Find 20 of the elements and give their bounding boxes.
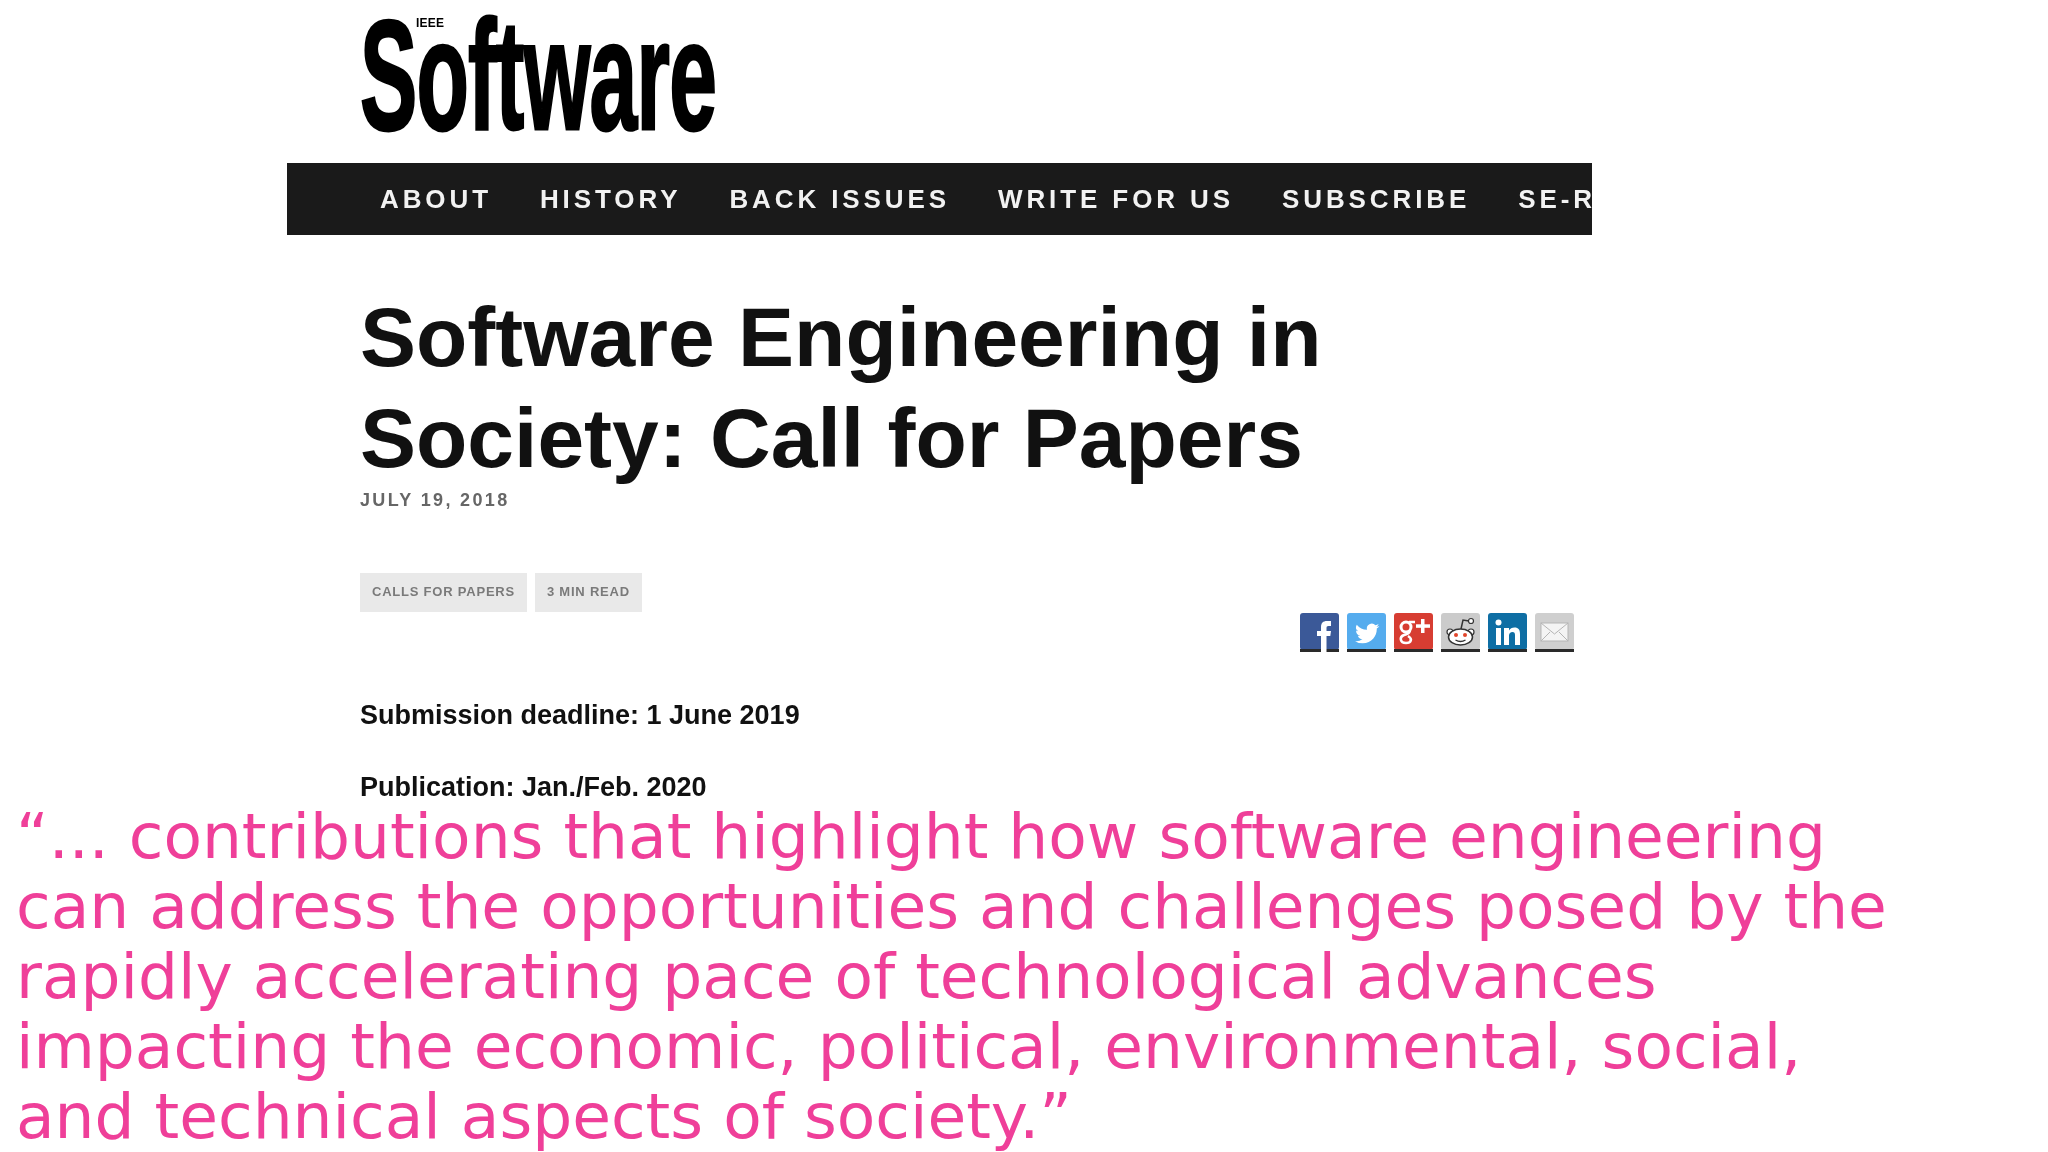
facebook-icon[interactable] bbox=[1300, 612, 1339, 652]
google-plus-icon[interactable] bbox=[1394, 612, 1433, 652]
nav-link[interactable]: HISTORY bbox=[539, 186, 682, 212]
nav-link[interactable]: SE-R bbox=[1518, 186, 1596, 212]
site-logo[interactable]: IEEESoftware bbox=[360, 17, 717, 134]
nav-link[interactable]: SUBSCRIBE bbox=[1282, 186, 1471, 212]
reddit-icon[interactable] bbox=[1441, 612, 1480, 652]
twitter-icon[interactable] bbox=[1347, 612, 1386, 652]
detail-text: Publication: Jan./Feb. 2020 bbox=[360, 773, 707, 801]
email-icon[interactable] bbox=[1535, 612, 1574, 652]
publish-date: JULY 19, 2018 bbox=[360, 490, 510, 512]
nav-link[interactable]: WRITE FOR US bbox=[998, 186, 1234, 212]
linkedin-icon[interactable] bbox=[1488, 612, 1527, 652]
tag-label: CALLS FOR PAPERS bbox=[360, 572, 527, 612]
detail-text: Submission deadline: 1 June 2019 bbox=[360, 701, 800, 729]
quote-text: “... contributions that highlight how software engineering can address the opportunities and challenges posed by the rapidly accelerating pace of technological advances impacting the economic, political, environmental, social, and technical aspects of society.” bbox=[15, 801, 1888, 1152]
article-title: Software Engineering in Society: Call for Papers bbox=[360, 289, 1323, 487]
nav-link[interactable]: ABOUT bbox=[380, 186, 492, 212]
nav-link[interactable]: BACK ISSUES bbox=[729, 186, 950, 212]
tag-label: 3 MIN READ bbox=[534, 572, 642, 612]
